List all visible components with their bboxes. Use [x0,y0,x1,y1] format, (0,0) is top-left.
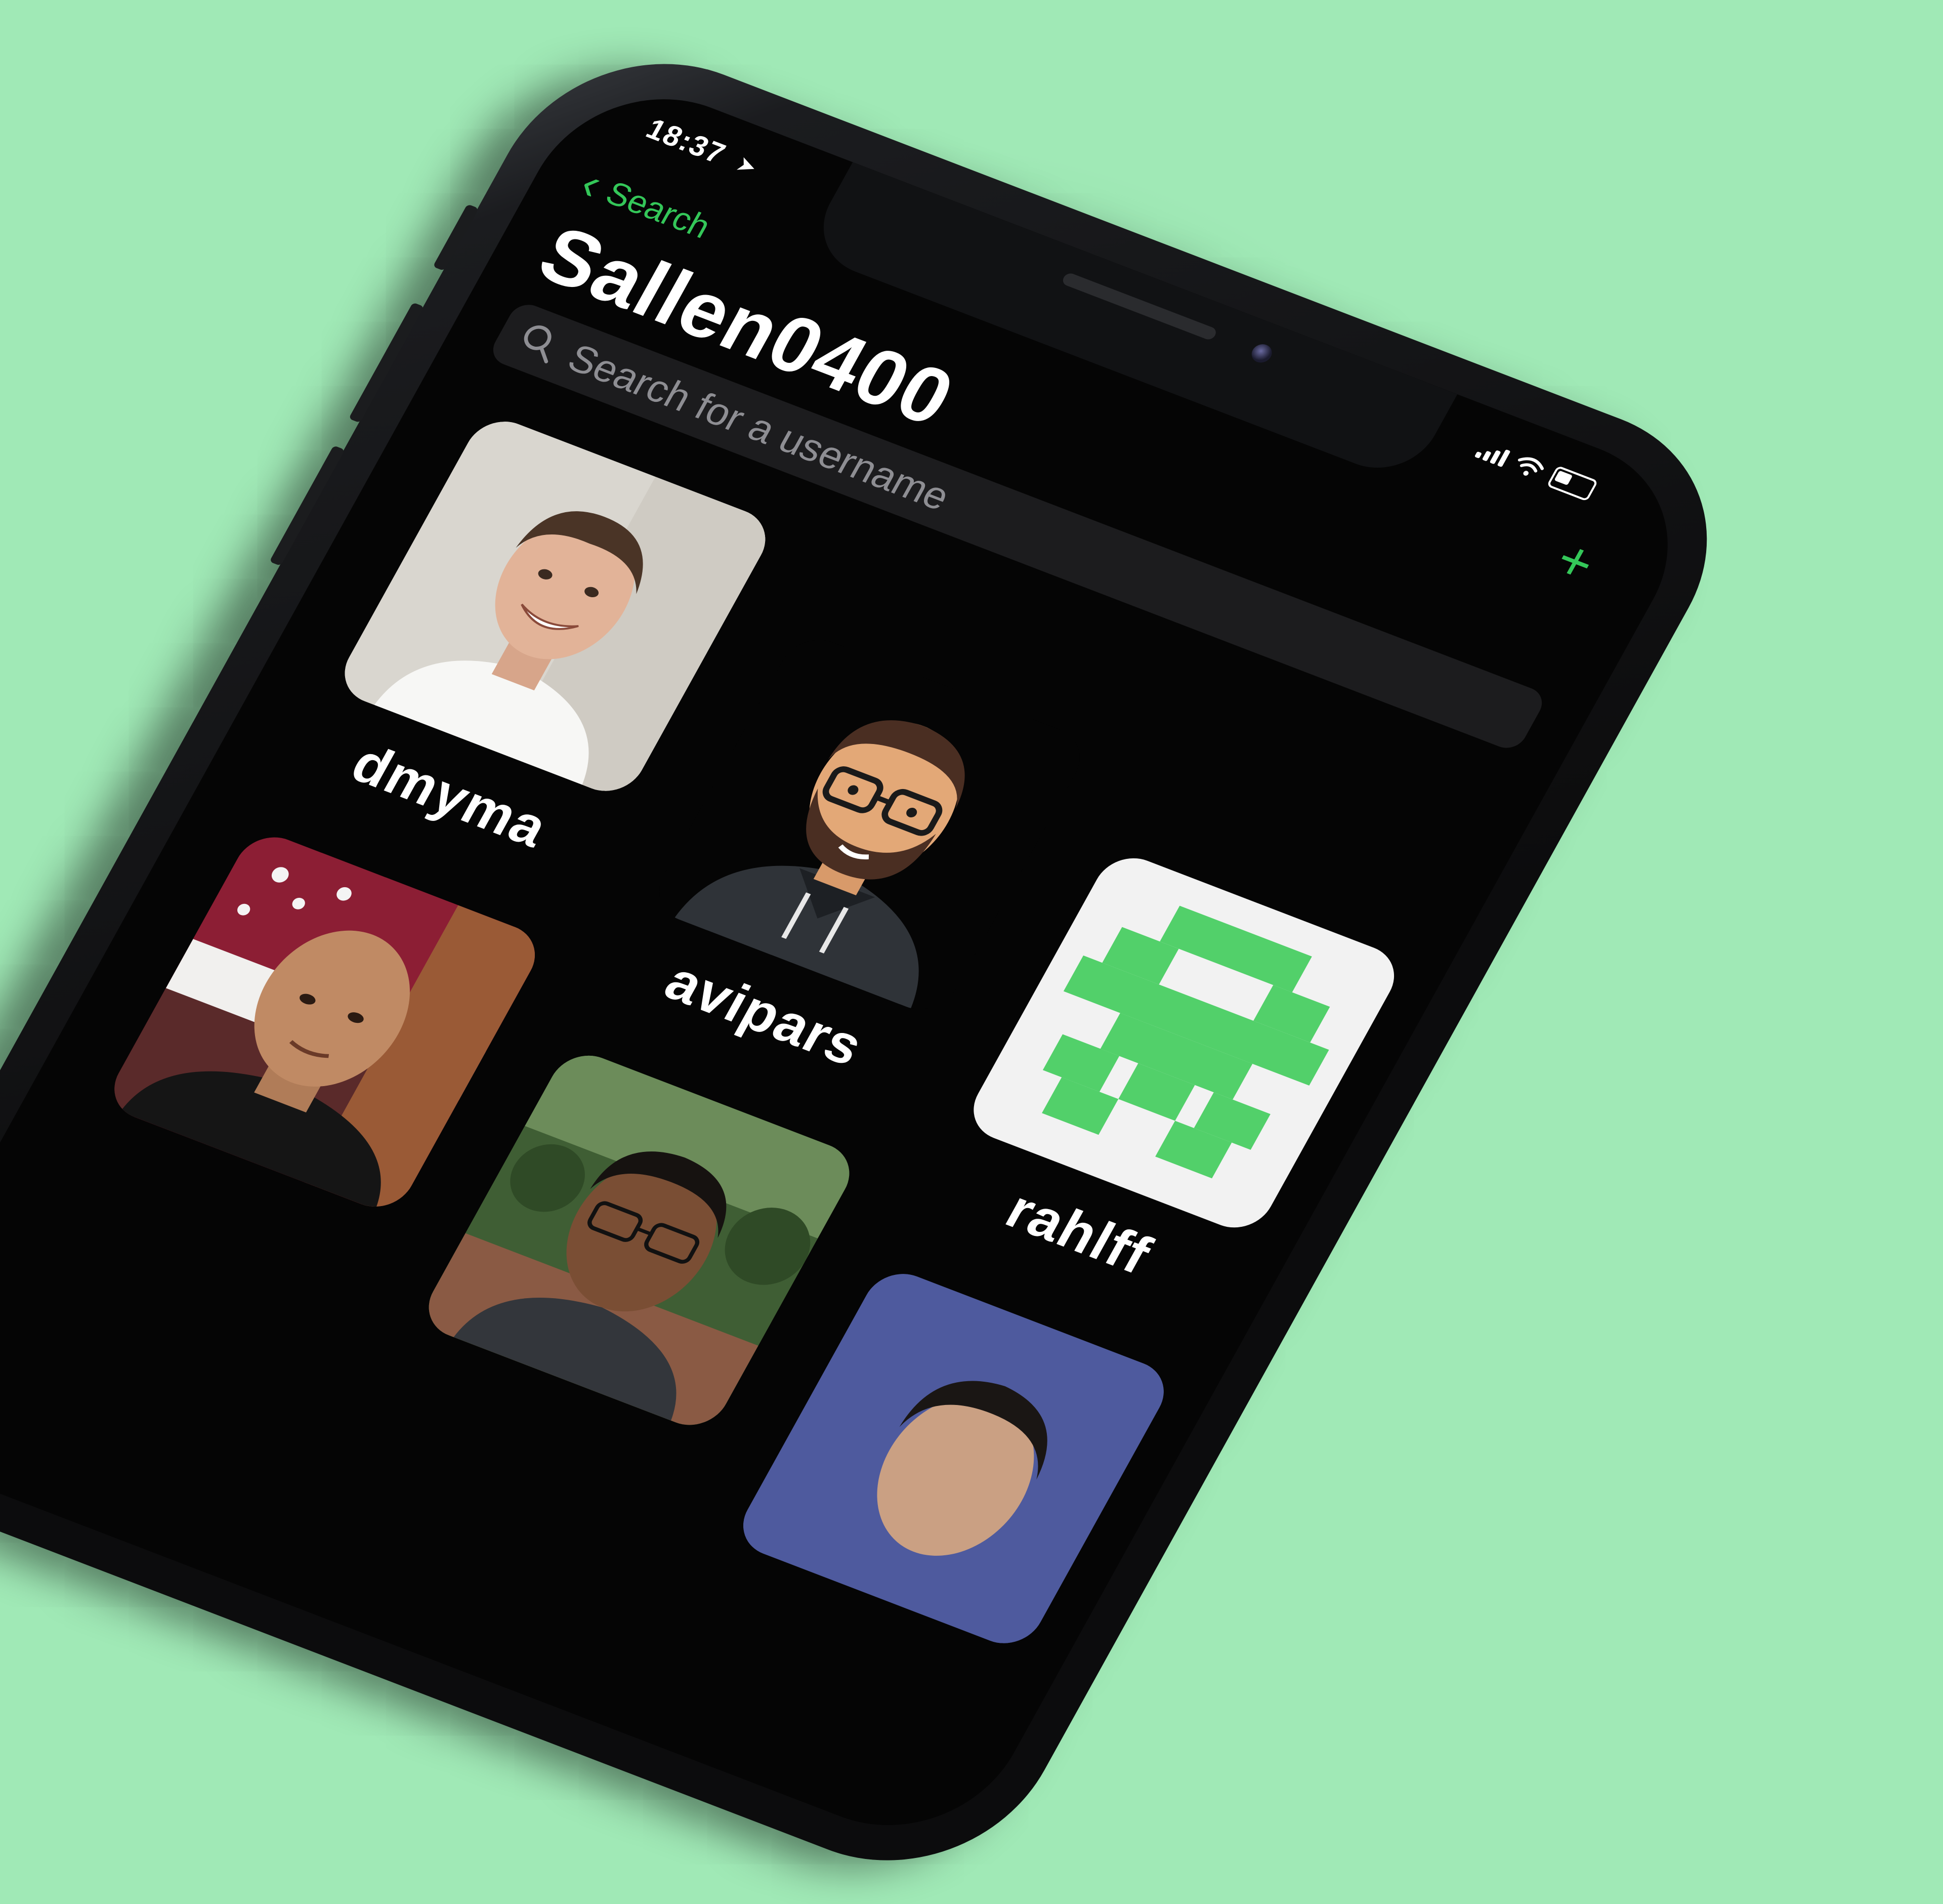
avatar [101,827,548,1217]
wifi-icon [1517,457,1544,476]
location-arrow-icon: ➤ [732,151,762,180]
plus-icon: + [1545,528,1606,595]
user-card-4[interactable] [89,827,548,1239]
add-user-button[interactable]: + [1545,528,1606,595]
avatar [415,1045,863,1435]
search-icon [524,325,552,363]
status-indicators [1473,437,1598,502]
cellular-signal-icon [1474,439,1512,468]
front-camera [1248,341,1276,365]
user-card-5[interactable] [403,1045,863,1458]
status-time: 18:37 [641,112,732,171]
battery-icon [1546,465,1598,502]
